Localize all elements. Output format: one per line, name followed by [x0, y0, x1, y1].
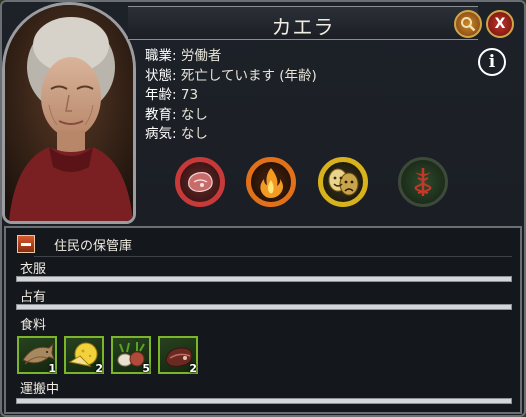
transport-label: 運搬中	[20, 382, 60, 397]
food-label: 食料	[20, 318, 47, 333]
citizen-stats: 職業: 労働者 状態: 死亡しています (年齢) 年齢: 73 教育: なし 病…	[145, 47, 317, 145]
stat-label: 年齢:	[145, 87, 177, 103]
stat-label: 教育:	[145, 106, 177, 123]
food-meat-icon	[188, 172, 213, 193]
info-button[interactable]: i	[478, 48, 506, 76]
citizen-portrait	[2, 2, 136, 224]
owned-label: 占有	[20, 290, 47, 305]
entertainment-need-button[interactable]	[318, 157, 368, 207]
food-item-vegetables[interactable]: 5	[111, 336, 151, 375]
stat-disease: 病気: なし	[145, 125, 317, 145]
stat-value: 73	[180, 87, 199, 103]
stat-status: 状態: 死亡しています (年齢)	[145, 67, 317, 87]
clothing-slot-bar	[16, 276, 512, 282]
stat-label: 状態:	[145, 67, 177, 84]
owned-slot-bar	[16, 304, 512, 310]
medical-caduceus-icon	[414, 168, 432, 196]
storage-title: 住民の保管庫	[54, 239, 133, 254]
citizen-storage-panel: 住民の保管庫 衣服 占有 食料 1 2 5 2 運搬中	[4, 226, 522, 414]
citizen-name-title: カエラ	[271, 15, 335, 39]
stat-label: 職業:	[145, 48, 177, 64]
close-button[interactable]: X	[486, 10, 514, 38]
zoom-button[interactable]	[454, 10, 482, 38]
fire-icon	[260, 168, 283, 198]
title-bar: カエラ	[128, 6, 478, 40]
food-item-ham[interactable]: 2	[158, 336, 198, 375]
transport-slot-bar	[16, 398, 512, 404]
item-count: 1	[48, 362, 56, 375]
food-item-cheese[interactable]: 2	[64, 336, 104, 375]
food-need-button[interactable]	[175, 157, 225, 207]
clothing-label: 衣服	[20, 262, 47, 277]
collapse-storage-button[interactable]	[17, 235, 35, 253]
theater-masks-icon	[328, 168, 359, 196]
stat-occupation: 職業: 労働者	[145, 47, 317, 67]
item-count: 2	[95, 362, 103, 375]
item-count: 5	[142, 362, 150, 375]
item-count: 2	[189, 362, 197, 375]
magnifier-icon	[461, 17, 476, 32]
health-need-button[interactable]	[398, 157, 448, 207]
food-item-fish[interactable]: 1	[17, 336, 57, 375]
stat-value: 死亡しています (年齢)	[180, 67, 317, 84]
elderly-woman-portrait-icon	[5, 5, 133, 221]
stat-value: なし	[180, 106, 208, 123]
stat-education: 教育: なし	[145, 106, 317, 126]
stat-label: 病気:	[145, 126, 177, 142]
divider	[34, 256, 512, 257]
minus-icon	[21, 242, 31, 246]
stat-value: なし	[180, 126, 208, 142]
warmth-need-button[interactable]	[246, 157, 296, 207]
stat-value: 労働者	[180, 48, 222, 64]
stat-age: 年齢: 73	[145, 86, 317, 106]
